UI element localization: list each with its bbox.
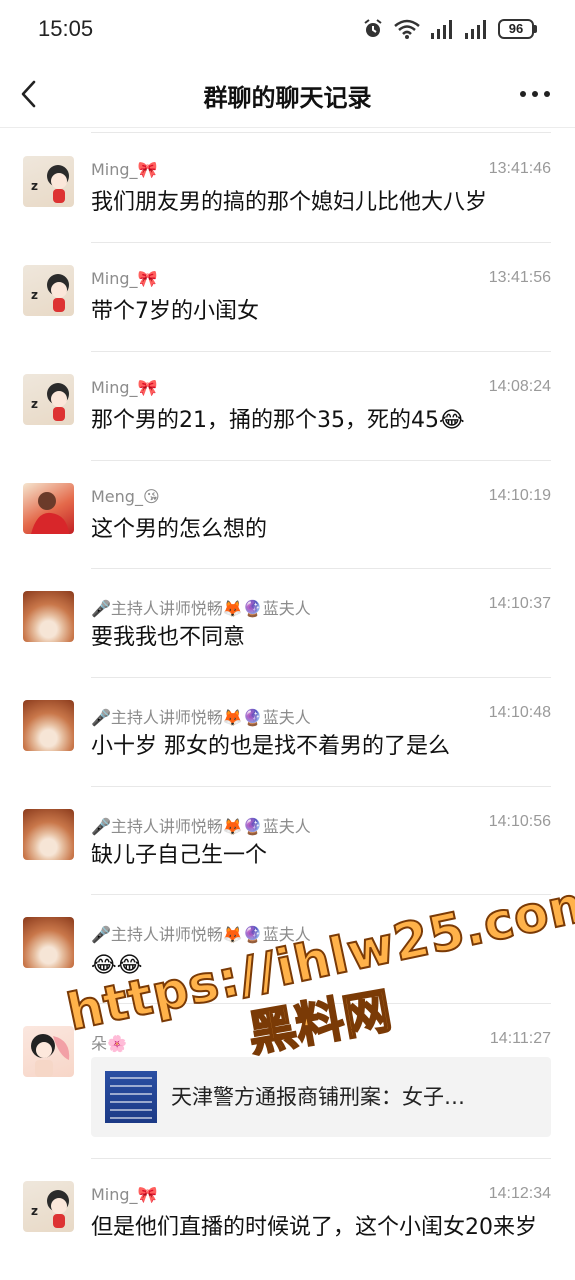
- status-bar: 15:05 96: [0, 0, 575, 60]
- message-text: 但是他们直播的时候说了，这个小闺女20来岁: [91, 1215, 537, 1240]
- divider: [91, 460, 551, 461]
- divider: [91, 1003, 551, 1004]
- status-time: 15:05: [38, 16, 94, 41]
- svg-text:z: z: [31, 397, 38, 411]
- message-text: 要我我也不同意: [91, 625, 246, 650]
- wifi-icon: [394, 19, 420, 39]
- status-icons: 96: [362, 18, 537, 40]
- sender-name: Ming_🎀: [91, 1185, 158, 1204]
- sender-name: 🎤主持人讲师悦畅🦊🔮蓝夫人: [91, 599, 311, 618]
- message-text: 😂😂: [91, 953, 143, 978]
- message-time: 14:10:48: [488, 704, 551, 721]
- divider: [91, 677, 551, 678]
- message-time: 13:41:46: [488, 160, 551, 177]
- message-text: 小十岁 那女的也是找不着男的了是么: [91, 734, 450, 759]
- message-time: 14:08:24: [488, 378, 551, 395]
- nav-bar: 群聊的聊天记录: [0, 60, 575, 128]
- more-icon[interactable]: [519, 84, 551, 104]
- avatar[interactable]: z: [23, 1181, 74, 1232]
- divider: [91, 242, 551, 243]
- message-text: 那个男的21，捅的那个35，死的45😂: [91, 408, 465, 433]
- link-title: 天津警方通报商铺刑案：女子…: [171, 1085, 465, 1109]
- message-time: 13:41:56: [488, 269, 551, 286]
- svg-text:z: z: [31, 179, 38, 193]
- svg-text:z: z: [31, 1204, 38, 1218]
- message-text: 带个7岁的小闺女: [91, 299, 259, 324]
- avatar[interactable]: [23, 700, 74, 751]
- sender-name: Meng_😘: [91, 487, 160, 506]
- svg-text:z: z: [31, 288, 38, 302]
- avatar[interactable]: z: [23, 265, 74, 316]
- divider: [91, 132, 551, 133]
- message-time: 14:12:34: [488, 1185, 551, 1202]
- message-time: 14:10:56: [488, 813, 551, 830]
- sender-name: Ming_🎀: [91, 160, 158, 179]
- divider: [91, 786, 551, 787]
- page-title: 群聊的聊天记录: [203, 84, 372, 112]
- avatar[interactable]: [23, 483, 74, 534]
- battery-icon: 96: [498, 19, 537, 39]
- sender-name: Ming_🎀: [91, 269, 158, 288]
- signal-icon-2: [465, 20, 486, 39]
- sender-name: 🎤主持人讲师悦畅🦊🔮蓝夫人: [91, 925, 311, 944]
- message-text: 我们朋友男的搞的那个媳妇儿比他大八岁: [91, 190, 488, 215]
- divider: [91, 1158, 551, 1159]
- avatar[interactable]: [23, 809, 74, 860]
- message-time: 14:10:37: [488, 595, 551, 612]
- message-text: 缺儿子自己生一个: [91, 843, 268, 868]
- divider: [91, 568, 551, 569]
- sender-name: 🎤主持人讲师悦畅🦊🔮蓝夫人: [91, 817, 311, 836]
- divider: [91, 351, 551, 352]
- avatar[interactable]: [23, 917, 74, 968]
- avatar[interactable]: [23, 591, 74, 642]
- sender-name: 朵🌸: [91, 1034, 127, 1053]
- battery-level: 96: [498, 19, 534, 39]
- sender-name: 🎤主持人讲师悦畅🦊🔮蓝夫人: [91, 708, 311, 727]
- watermark-label: 黑料网: [243, 982, 397, 1064]
- signal-icon: [431, 20, 452, 39]
- link-card[interactable]: 天津警方通报商铺刑案：女子…: [91, 1057, 551, 1137]
- sender-name: Ming_🎀: [91, 378, 158, 397]
- message-text: 这个男的怎么想的: [91, 517, 268, 542]
- avatar[interactable]: z: [23, 374, 74, 425]
- link-thumbnail: [105, 1071, 157, 1123]
- avatar[interactable]: z: [23, 156, 74, 207]
- alarm-icon: [364, 19, 382, 37]
- avatar[interactable]: [23, 1026, 74, 1077]
- message-time: 14:11:27: [489, 1030, 551, 1047]
- divider: [91, 894, 551, 895]
- message-time: 14:10:19: [488, 487, 551, 504]
